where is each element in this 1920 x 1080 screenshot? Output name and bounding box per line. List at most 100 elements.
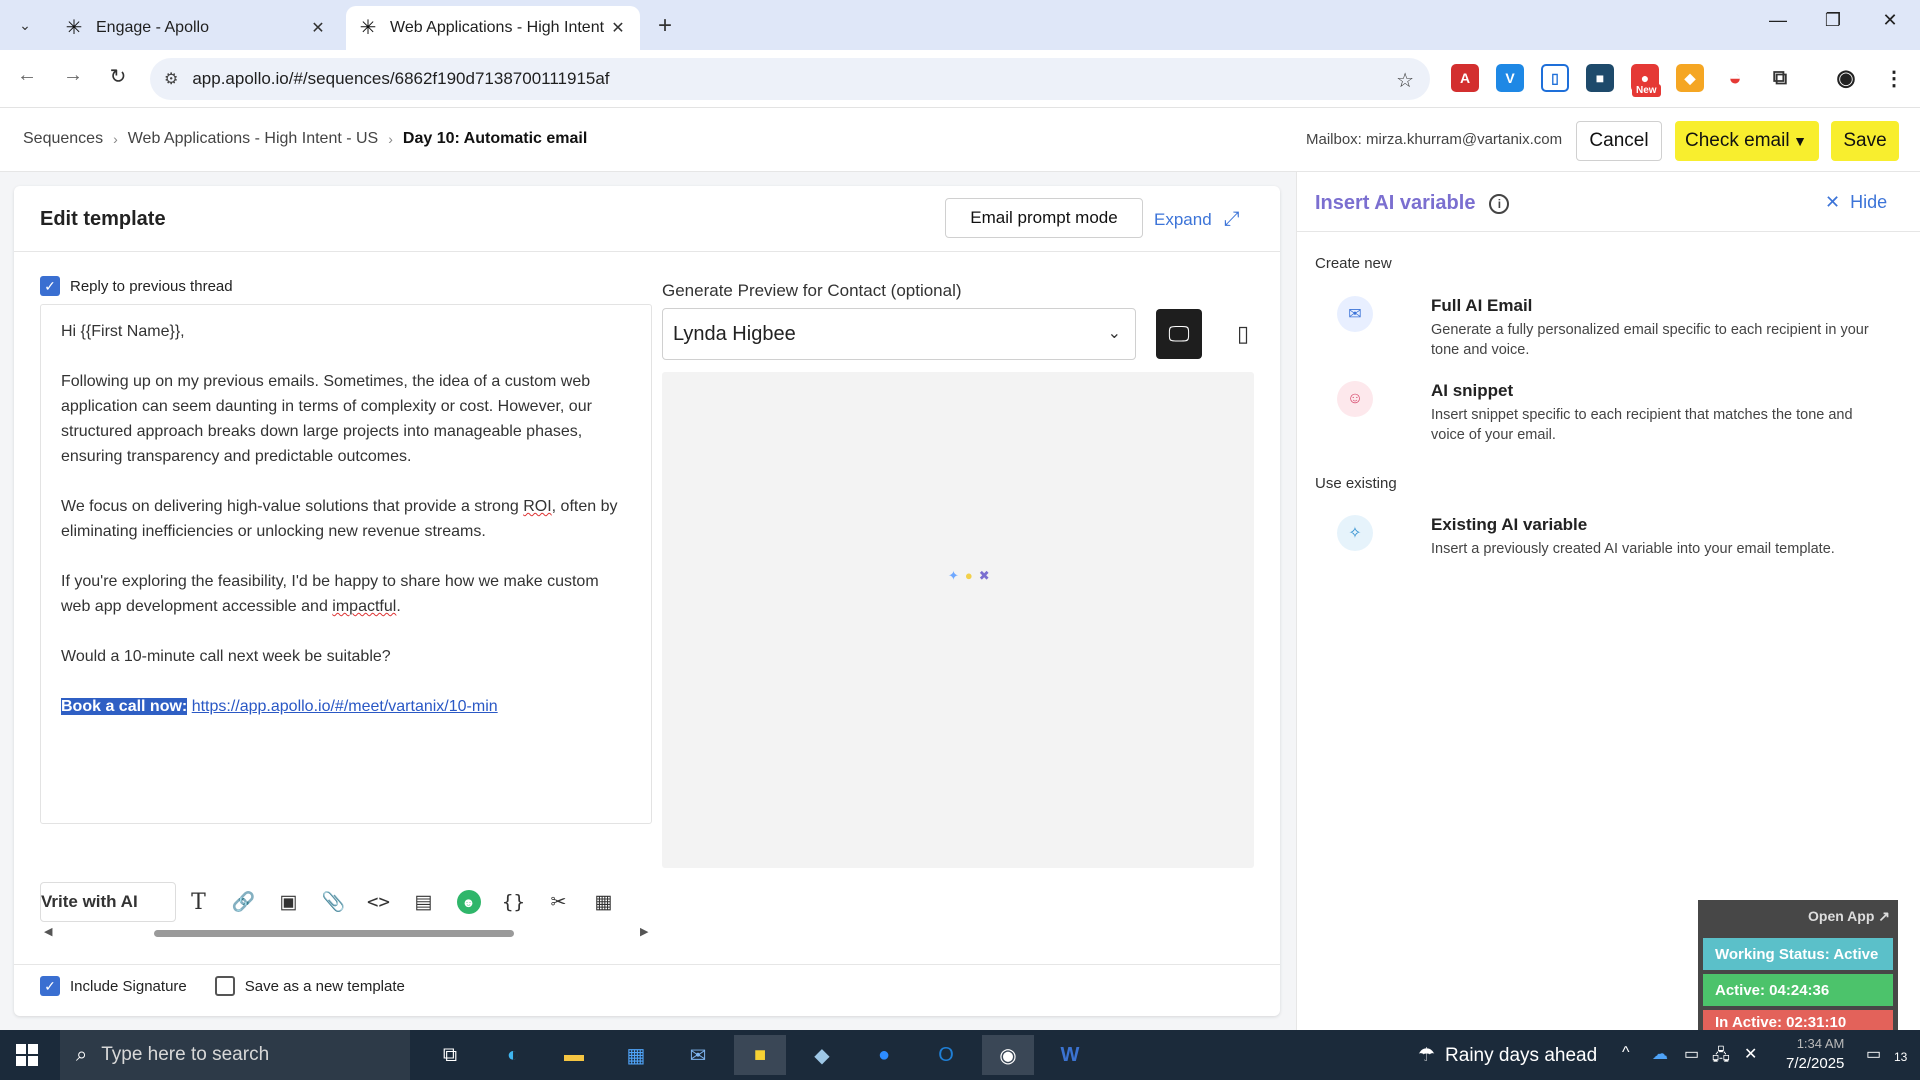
docs-extension-icon[interactable]: ▯ — [1541, 64, 1569, 92]
tab-web-applications[interactable]: ✳ Web Applications - High Intent ✕ — [346, 6, 640, 50]
weather-text: Rainy days ahead — [1445, 1044, 1598, 1066]
meeting-link[interactable]: https://app.apollo.io/#/meet/vartanix/10… — [192, 698, 498, 715]
panel-header: Insert AI variable i ✕ Hide — [1297, 172, 1920, 232]
chevron-right-icon: › — [388, 131, 393, 147]
scroll-left-arrow-icon[interactable]: ◀ — [44, 925, 52, 938]
extensions-puzzle-icon[interactable]: ⧉ — [1766, 64, 1794, 92]
hide-panel-button[interactable]: ✕ Hide — [1825, 192, 1887, 213]
windows-start-icon[interactable] — [16, 1044, 38, 1066]
close-x-icon: ✕ — [1825, 192, 1841, 212]
notebook-icon[interactable]: ◆ — [796, 1035, 848, 1075]
text-format-icon[interactable]: T — [176, 882, 221, 922]
notifications-icon[interactable]: ▭ — [1866, 1044, 1881, 1064]
profile-icon[interactable]: ◉ — [1832, 64, 1860, 92]
forward-arrow-icon[interactable]: → — [58, 64, 88, 87]
email-prompt-mode-button[interactable]: Email prompt mode — [945, 198, 1143, 238]
include-signature-checkbox[interactable]: ✓ — [40, 976, 60, 996]
store-icon[interactable]: ▦ — [610, 1035, 662, 1075]
mail-icon[interactable]: ✉ — [672, 1035, 724, 1075]
document-icon[interactable]: ▤ — [401, 882, 446, 922]
tab-engage-apollo[interactable]: ✳ Engage - Apollo ✕ — [52, 6, 340, 50]
site-settings-icon[interactable]: ⚙ — [164, 69, 178, 89]
volume-muted-icon[interactable]: ✕ — [1744, 1044, 1757, 1064]
expand-button[interactable]: Expand ⤢ — [1154, 208, 1240, 231]
close-icon[interactable]: ✕ — [608, 18, 628, 38]
back-arrow-icon[interactable]: ← — [12, 64, 42, 87]
pokeball-extension-icon[interactable]: ◒ — [1721, 64, 1749, 92]
close-icon[interactable]: ✕ — [308, 18, 328, 38]
system-clock[interactable]: 1:34 AM 7/2/2025 — [1786, 1034, 1844, 1074]
desktop-preview-icon[interactable]: 🖵 — [1156, 309, 1202, 359]
zoom-icon[interactable]: ● — [858, 1035, 910, 1075]
save-template-checkbox[interactable] — [214, 976, 235, 996]
save-button[interactable]: Save — [1831, 121, 1899, 161]
toolbar-scrollbar[interactable]: ◀ ▶ — [40, 926, 652, 940]
existing-ai-variable-option[interactable]: ✧ Existing AI variable Insert a previous… — [1337, 515, 1857, 565]
full-ai-email-option[interactable]: ✉ Full AI Email Generate a fully persona… — [1337, 296, 1869, 360]
network-icon[interactable]: 🖧 — [1712, 1044, 1730, 1071]
word-icon[interactable]: W — [1044, 1035, 1096, 1075]
robot-icon[interactable]: ☻ — [446, 882, 491, 922]
camera-extension-icon[interactable]: ■ — [1586, 64, 1614, 92]
cta-label: Book a call now: — [61, 698, 188, 715]
scissors-icon[interactable]: ✂ — [536, 882, 581, 922]
active-time-bar: Active: 04:24:36 — [1703, 974, 1893, 1006]
taskbar-search-input[interactable]: ⌕ Type here to search — [60, 1030, 410, 1080]
pdf-extension-icon[interactable]: A — [1451, 64, 1479, 92]
chrome-icon[interactable]: ◉ — [982, 1035, 1034, 1075]
include-signature-option[interactable]: ✓ Include Signature — [40, 976, 187, 996]
code-icon[interactable]: <> — [356, 882, 401, 922]
email-body-editor[interactable]: Hi {{First Name}}, Following up on my pr… — [40, 304, 652, 824]
link-icon[interactable]: 🔗 — [221, 882, 266, 922]
panel-title-text: Insert AI variable — [1315, 192, 1476, 214]
reply-thread-checkbox[interactable]: ✓ — [40, 276, 60, 296]
inactive-time-bar: In Active: 02:31:10 — [1703, 1010, 1893, 1031]
shield-extension-icon[interactable]: V — [1496, 64, 1524, 92]
battery-icon[interactable]: ▭ — [1684, 1044, 1699, 1064]
restore-icon[interactable]: ❐ — [1813, 10, 1853, 31]
body-paragraph-2: We focus on delivering high-value soluti… — [61, 494, 631, 544]
bookmark-star-icon[interactable]: ☆ — [1396, 68, 1414, 93]
outlook-icon[interactable]: O — [920, 1035, 972, 1075]
tray-chevron-up-icon[interactable]: ^ — [1622, 1044, 1630, 1062]
variables-braces-icon[interactable]: {} — [491, 882, 536, 922]
chrome-menu-icon[interactable]: ⋮ — [1880, 64, 1908, 92]
scrollbar-thumb[interactable] — [154, 930, 514, 937]
save-template-label: Save as a new template — [244, 977, 405, 995]
task-view-icon[interactable]: ⧉ — [424, 1035, 476, 1075]
open-app-link[interactable]: Open App ↗ — [1808, 908, 1890, 925]
mobile-preview-icon[interactable]: ▯ — [1220, 309, 1266, 359]
window-close-icon[interactable]: ✕ — [1870, 10, 1910, 31]
reload-icon[interactable]: ↻ — [103, 64, 133, 89]
cancel-button[interactable]: Cancel — [1576, 121, 1662, 161]
weather-widget[interactable]: ☂ Rainy days ahead — [1418, 1044, 1597, 1067]
contact-select[interactable]: Lynda Higbee ⌄ — [662, 308, 1136, 360]
check-email-button[interactable]: Check email ▼ — [1675, 121, 1819, 161]
info-icon[interactable]: i — [1489, 193, 1510, 214]
check-email-label: Check email — [1685, 130, 1790, 151]
tab-search-chevron-icon[interactable]: ⌄ — [8, 8, 42, 42]
calendar-icon[interactable]: ▦ — [581, 882, 626, 922]
scroll-right-arrow-icon[interactable]: ▶ — [640, 925, 648, 938]
new-tab-plus-icon[interactable]: + — [652, 12, 678, 40]
edge-icon[interactable]: ◐ — [487, 1035, 539, 1075]
save-template-option[interactable]: Save as a new template — [214, 976, 405, 996]
minimize-icon[interactable]: — — [1758, 10, 1798, 31]
breadcrumb-sequence[interactable]: Web Applications - High Intent - US — [128, 130, 379, 148]
url-omnibox[interactable]: ⚙ app.apollo.io/#/sequences/6862f190d713… — [150, 58, 1430, 100]
write-with-ai-button[interactable]: Vrite with AI — [40, 882, 176, 922]
sticky-notes-icon[interactable]: ■ — [734, 1035, 786, 1075]
image-icon[interactable]: ▣ — [266, 882, 311, 922]
address-bar-row: ← → ↻ ⚙ app.apollo.io/#/sequences/6862f1… — [0, 50, 1920, 108]
file-explorer-icon[interactable]: ▬ — [548, 1035, 600, 1075]
robot-face-icon: ☻ — [456, 890, 481, 914]
email-body-text[interactable]: Hi {{First Name}}, Following up on my pr… — [61, 319, 631, 744]
attachment-icon[interactable]: 📎 — [311, 882, 356, 922]
ai-snippet-option[interactable]: ☺ AI snippet Insert snippet specific to … — [1337, 381, 1857, 445]
option-description: Insert a previously created AI variable … — [1431, 541, 1835, 557]
rocket-extension-icon[interactable]: ◆ — [1676, 64, 1704, 92]
breadcrumb-sequences[interactable]: Sequences — [23, 130, 103, 148]
caret-down-icon[interactable]: ▼ — [1793, 133, 1807, 149]
reply-thread-row[interactable]: ✓ Reply to previous thread — [40, 276, 233, 296]
onedrive-cloud-icon[interactable]: ☁ — [1652, 1044, 1668, 1064]
